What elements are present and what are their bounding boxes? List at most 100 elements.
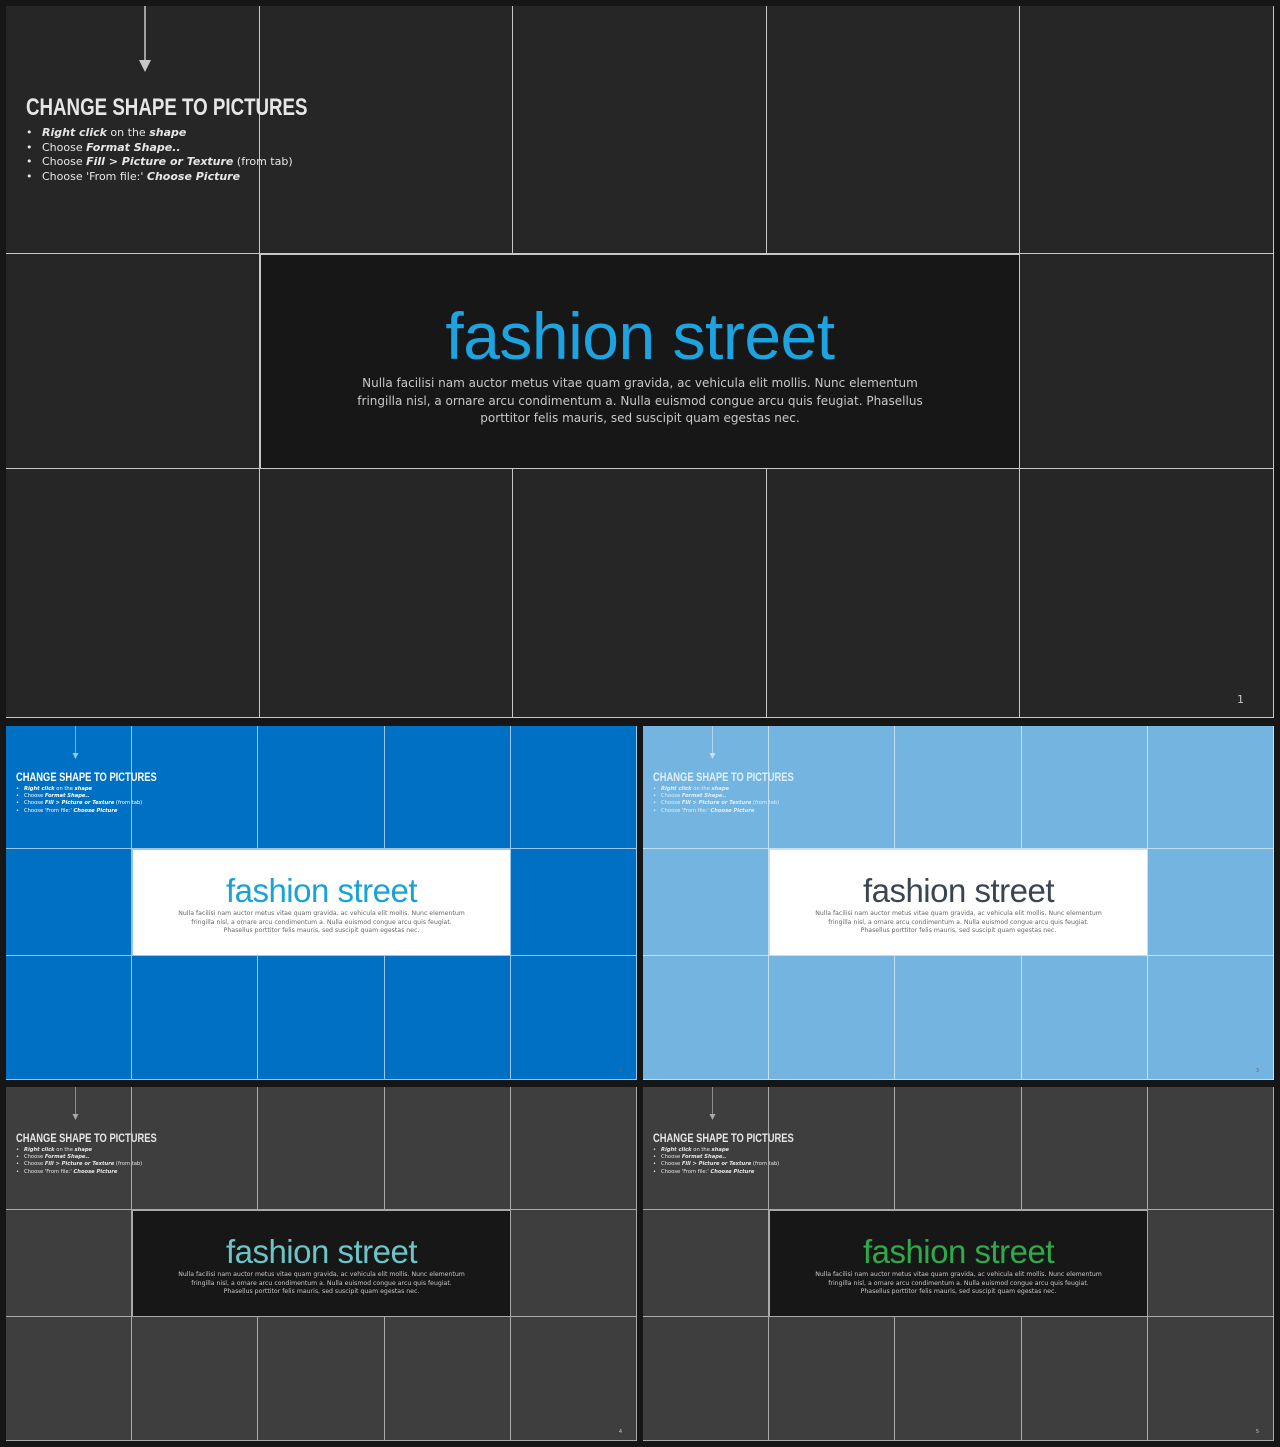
instruction-step: Choose Fill > Picture or Texture (from t… xyxy=(16,800,196,807)
slide-title: fashion street xyxy=(225,1233,418,1270)
slide-body-text: Nulla facilisi nam auctor metus vitae qu… xyxy=(178,910,465,935)
picture-placeholder-bottom-5[interactable] xyxy=(1020,469,1274,718)
picture-placeholder-top-5[interactable] xyxy=(1148,726,1274,849)
picture-placeholder-middle-left[interactable] xyxy=(6,254,260,469)
picture-placeholder-top-3[interactable] xyxy=(895,1087,1022,1210)
picture-placeholder-bottom-2[interactable] xyxy=(769,956,895,1080)
picture-placeholder-bottom-4[interactable] xyxy=(1022,956,1148,1080)
instructions: Change shape to pictures Right click on t… xyxy=(16,1131,196,1176)
instruction-text: on the xyxy=(106,126,150,139)
instruction-text: on the xyxy=(691,1147,712,1153)
slide-body-text: Nulla facilisi nam auctor metus vitae qu… xyxy=(815,1271,1102,1296)
page-number: 2 xyxy=(618,1068,622,1074)
picture-placeholder-bottom-2[interactable] xyxy=(260,469,513,718)
instruction-text: on the xyxy=(691,786,712,792)
picture-placeholder-top-4[interactable] xyxy=(385,1087,511,1210)
picture-placeholder-top-4[interactable] xyxy=(1022,726,1148,849)
instruction-text: Fill > Picture or Texture xyxy=(44,1161,115,1168)
instruction-text: Format Shape.. xyxy=(86,140,181,154)
instructions: Change shape to pictures Right click on t… xyxy=(653,1131,833,1176)
picture-placeholder-bottom-5[interactable] xyxy=(511,1317,637,1441)
picture-placeholder-bottom-3[interactable] xyxy=(513,469,767,718)
slide-1[interactable]: fashion street Nulla facilisi nam auctor … xyxy=(6,6,1274,718)
instruction-step: Right click on the shape xyxy=(653,1147,833,1154)
title-box[interactable]: fashion street Nulla facilisi nam auctor … xyxy=(260,254,1020,469)
picture-placeholder-top-3[interactable] xyxy=(258,1087,385,1210)
title-box[interactable]: fashion street Nulla facilisi nam auctor … xyxy=(769,1210,1148,1317)
picture-placeholder-bottom-1[interactable] xyxy=(6,1317,132,1441)
picture-placeholder-bottom-2[interactable] xyxy=(132,956,258,1080)
instruction-text: Choose xyxy=(24,1154,45,1161)
instruction-text: shape xyxy=(74,786,93,792)
picture-placeholder-bottom-1[interactable] xyxy=(6,469,260,718)
title-box[interactable]: fashion street Nulla facilisi nam auctor … xyxy=(132,849,511,956)
instructions-heading: Change shape to pictures xyxy=(653,770,794,784)
picture-placeholder-middle-left[interactable] xyxy=(643,849,769,956)
picture-placeholder-middle-right[interactable] xyxy=(1148,1210,1274,1317)
instruction-text: Right click xyxy=(661,786,692,792)
instruction-step: Choose Fill > Picture or Texture (from t… xyxy=(26,155,387,170)
picture-placeholder-top-5[interactable] xyxy=(511,1087,637,1210)
slide-3[interactable]: fashion street Nulla facilisi nam auctor … xyxy=(643,726,1274,1080)
instruction-text: Choose 'From file:' xyxy=(661,807,711,814)
instruction-text: Choose Picture xyxy=(710,807,755,814)
picture-placeholder-middle-right[interactable] xyxy=(511,849,637,956)
picture-placeholder-top-5[interactable] xyxy=(511,726,637,849)
instruction-text: (from tab) xyxy=(751,1161,780,1168)
page-number: 1 xyxy=(1237,693,1244,706)
slide-body-text: Nulla facilisi nam auctor metus vitae qu… xyxy=(178,1271,465,1296)
picture-placeholder-bottom-1[interactable] xyxy=(643,956,769,1080)
picture-placeholder-middle-right[interactable] xyxy=(1020,254,1274,469)
picture-placeholder-bottom-1[interactable] xyxy=(643,1317,769,1441)
picture-placeholder-bottom-3[interactable] xyxy=(258,1317,385,1441)
picture-placeholder-bottom-5[interactable] xyxy=(511,956,637,1080)
instruction-text: Format Shape.. xyxy=(681,793,727,800)
picture-placeholder-top-3[interactable] xyxy=(895,726,1022,849)
instruction-step: Choose Format Shape.. xyxy=(26,141,387,156)
picture-placeholder-bottom-3[interactable] xyxy=(895,956,1022,1080)
picture-placeholder-bottom-1[interactable] xyxy=(6,956,132,1080)
picture-placeholder-middle-right[interactable] xyxy=(1148,849,1274,956)
picture-placeholder-bottom-5[interactable] xyxy=(1148,1317,1274,1441)
instruction-text: Choose xyxy=(661,800,682,807)
picture-placeholder-bottom-4[interactable] xyxy=(1022,1317,1148,1441)
picture-placeholder-top-3[interactable] xyxy=(513,6,767,254)
instructions-heading: Change shape to pictures xyxy=(16,770,157,784)
instructions: Change shape to pictures Right click on t… xyxy=(653,770,833,815)
instruction-text: Choose Picture xyxy=(146,169,241,183)
picture-placeholder-bottom-4[interactable] xyxy=(385,1317,511,1441)
instruction-text: Right click xyxy=(42,126,107,139)
picture-placeholder-top-4[interactable] xyxy=(385,726,511,849)
picture-placeholder-middle-left[interactable] xyxy=(6,1210,132,1317)
instruction-text: Choose xyxy=(42,155,87,168)
instruction-text: Choose 'From file:' xyxy=(24,807,74,814)
picture-placeholder-bottom-3[interactable] xyxy=(258,956,385,1080)
instruction-text: Choose xyxy=(661,1154,682,1161)
slide-2[interactable]: fashion street Nulla facilisi nam auctor … xyxy=(6,726,637,1080)
instruction-step: Choose 'From file:' Choose Picture xyxy=(653,1169,833,1176)
instruction-text: on the xyxy=(54,786,75,792)
picture-placeholder-middle-left[interactable] xyxy=(6,849,132,956)
picture-placeholder-bottom-2[interactable] xyxy=(132,1317,258,1441)
picture-placeholder-bottom-3[interactable] xyxy=(895,1317,1022,1441)
slide-5[interactable]: fashion street Nulla facilisi nam auctor … xyxy=(643,1087,1274,1441)
slide-4[interactable]: fashion street Nulla facilisi nam auctor … xyxy=(6,1087,637,1441)
title-box[interactable]: fashion street Nulla facilisi nam auctor … xyxy=(769,849,1148,956)
picture-placeholder-top-5[interactable] xyxy=(1148,1087,1274,1210)
picture-placeholder-top-3[interactable] xyxy=(258,726,385,849)
picture-placeholder-top-4[interactable] xyxy=(1022,1087,1148,1210)
picture-placeholder-middle-left[interactable] xyxy=(643,1210,769,1317)
picture-placeholder-top-4[interactable] xyxy=(767,6,1020,254)
picture-placeholder-top-5[interactable] xyxy=(1020,6,1274,254)
instructions-heading: Change shape to pictures xyxy=(653,1131,794,1145)
picture-placeholder-bottom-4[interactable] xyxy=(385,956,511,1080)
instruction-step: Choose Format Shape.. xyxy=(653,793,833,800)
picture-placeholder-middle-right[interactable] xyxy=(511,1210,637,1317)
instruction-text: shape xyxy=(74,1147,93,1153)
picture-placeholder-bottom-2[interactable] xyxy=(769,1317,895,1441)
slide-title: fashion street xyxy=(862,1233,1055,1270)
picture-placeholder-bottom-4[interactable] xyxy=(767,469,1020,718)
title-box[interactable]: fashion street Nulla facilisi nam auctor … xyxy=(132,1210,511,1317)
instruction-step: Choose 'From file:' Choose Picture xyxy=(16,808,196,815)
picture-placeholder-bottom-5[interactable] xyxy=(1148,956,1274,1080)
